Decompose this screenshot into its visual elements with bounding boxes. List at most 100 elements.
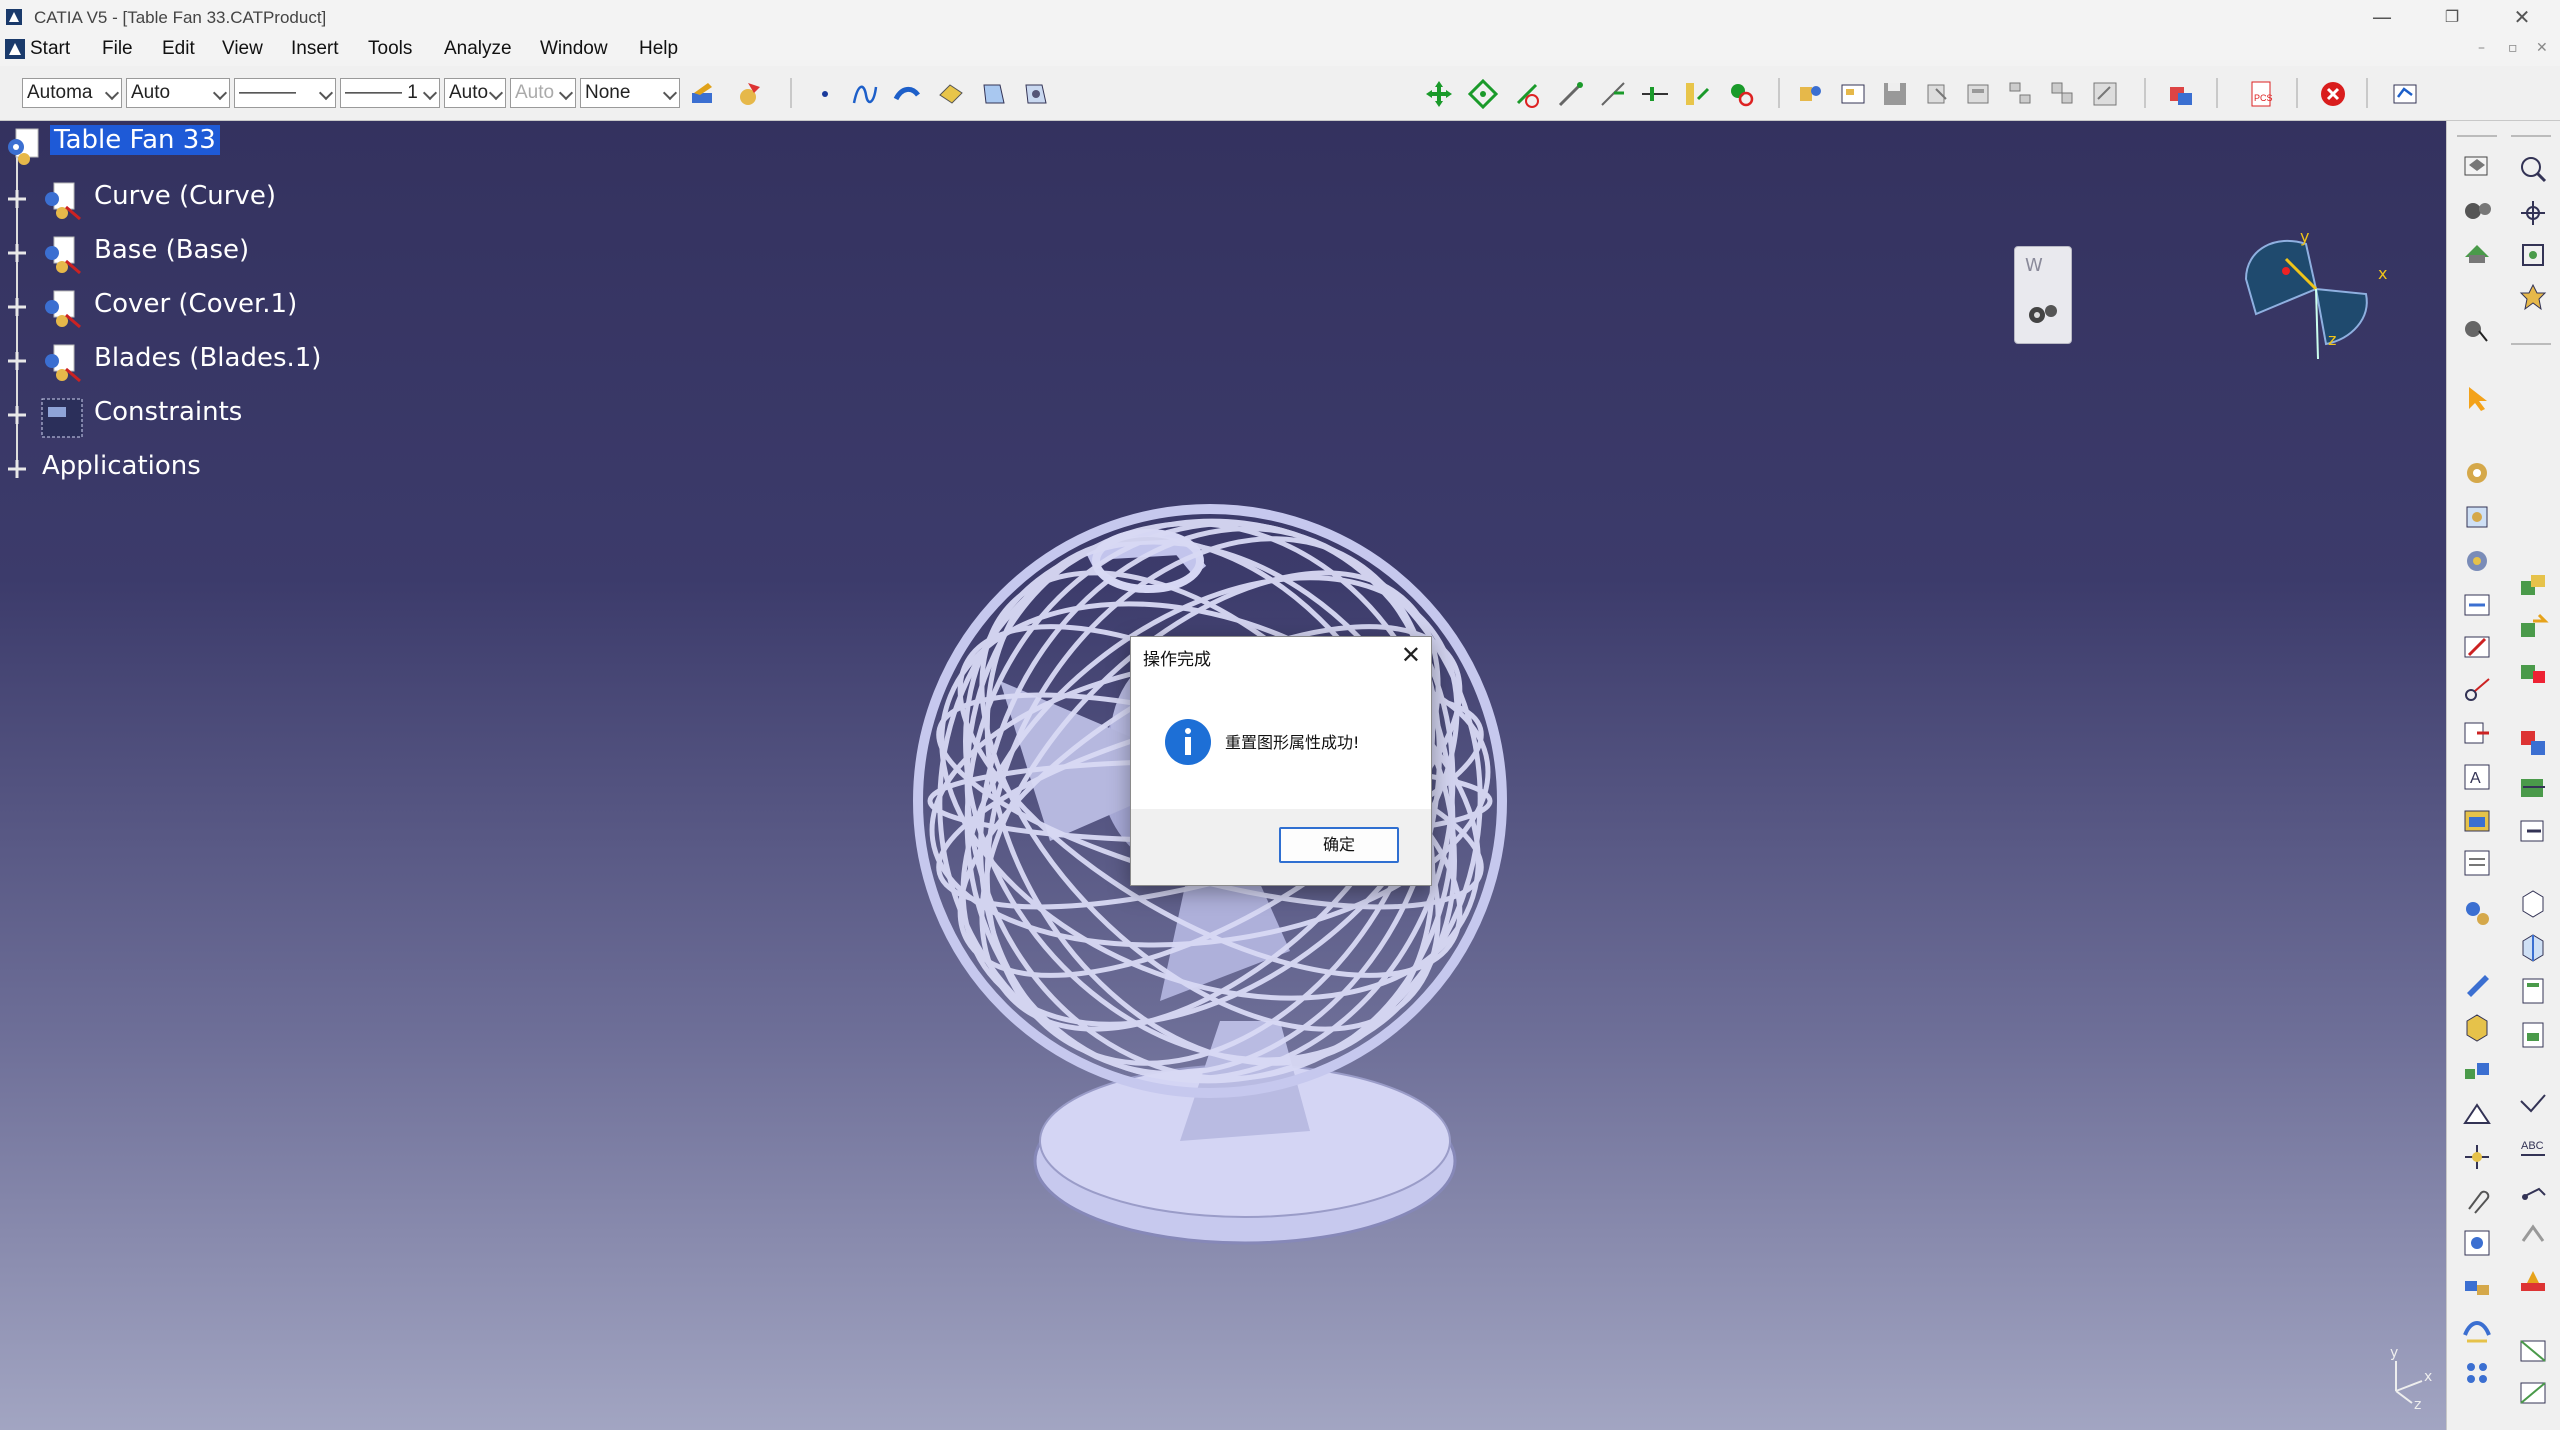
fix-constraint-icon[interactable] <box>2461 457 2493 489</box>
line-type-combo[interactable]: ——— 1 <box>340 78 440 108</box>
surface-icon[interactable] <box>892 79 922 109</box>
angle-constraint-icon[interactable] <box>2461 631 2493 663</box>
distance-band-icon[interactable] <box>2517 975 2549 1007</box>
components-icon[interactable] <box>2461 1055 2493 1087</box>
fit-all-icon[interactable] <box>2517 239 2549 271</box>
tree-node-label[interactable]: Cover (Cover.1) <box>94 289 297 319</box>
transparency-combo[interactable]: Auto <box>126 78 230 108</box>
new-component-icon[interactable] <box>1838 79 1868 109</box>
sheet-metal-icon[interactable] <box>2517 1377 2549 1409</box>
pen-icon[interactable] <box>2461 967 2493 999</box>
minimize-button[interactable]: — <box>2362 4 2402 30</box>
graphic-properties-icon[interactable] <box>734 79 764 109</box>
gear-icon[interactable] <box>2461 195 2493 227</box>
multi-gear-icon[interactable] <box>2461 897 2493 929</box>
menu-analyze[interactable]: Analyze <box>444 38 512 60</box>
coincidence-constraint-icon[interactable] <box>2461 501 2493 533</box>
move-icon[interactable] <box>2517 613 2549 645</box>
assembly-feature-icon[interactable] <box>2517 727 2549 759</box>
start-icon[interactable] <box>5 39 25 59</box>
bill-of-material-icon[interactable] <box>2166 79 2196 109</box>
mdi-minimize-button[interactable]: – <box>2478 40 2485 56</box>
layer-combo[interactable]: None <box>580 78 680 108</box>
restore-button[interactable]: ❐ <box>2432 4 2472 30</box>
tree-node-label[interactable]: Constraints <box>94 397 242 427</box>
sheet-icon[interactable] <box>2461 847 2493 879</box>
point-symbol-combo[interactable]: Auto <box>444 78 506 108</box>
3d-annotation-icon[interactable] <box>2517 1221 2549 1253</box>
flag-note-icon[interactable] <box>2517 1177 2549 1209</box>
point-icon[interactable] <box>810 79 840 109</box>
pcs-icon[interactable]: PCS <box>2246 79 2276 109</box>
compass-icon[interactable]: y x z <box>2236 219 2406 369</box>
painter-icon[interactable] <box>688 79 718 109</box>
ok-button[interactable]: 确定 <box>1279 827 1399 863</box>
tree-node-label[interactable]: Base (Base) <box>94 235 249 265</box>
contact-constraint-icon[interactable] <box>2461 545 2493 577</box>
text-abc-icon[interactable]: ABC <box>2517 1133 2549 1165</box>
menu-file[interactable]: File <box>102 38 133 60</box>
expand-icon[interactable] <box>6 350 28 372</box>
expand-icon[interactable] <box>6 404 28 426</box>
explode-icon[interactable] <box>1512 79 1542 109</box>
part-icon[interactable] <box>978 79 1008 109</box>
reorder-icon[interactable] <box>2090 79 2120 109</box>
text-icon[interactable]: A <box>2461 761 2493 793</box>
select-gear-icon[interactable] <box>2461 313 2493 345</box>
tree-root-label[interactable]: Table Fan 33 <box>50 125 220 155</box>
annotation-icon[interactable] <box>2517 1089 2549 1121</box>
publication-icon[interactable] <box>2517 1335 2549 1367</box>
dialog-close-button[interactable]: ✕ <box>1401 641 1421 669</box>
product-icon[interactable] <box>1020 79 1050 109</box>
sectioning-icon[interactable] <box>2517 931 2549 963</box>
fly-mode-icon[interactable] <box>2517 197 2549 229</box>
view-icon[interactable] <box>2461 1227 2493 1259</box>
menu-help[interactable]: Help <box>639 38 678 60</box>
dimension-icon[interactable] <box>2461 1141 2493 1173</box>
gear-icon[interactable] <box>2025 299 2061 329</box>
link-icon[interactable] <box>2461 1271 2493 1303</box>
pattern-icon[interactable] <box>2461 1357 2493 1389</box>
menu-window[interactable]: Window <box>540 38 608 60</box>
mini-floating-panel[interactable]: W <box>2014 246 2072 344</box>
menu-view[interactable]: View <box>222 38 263 60</box>
clash-icon[interactable] <box>1598 79 1628 109</box>
expand-icon[interactable] <box>6 242 28 264</box>
attachment-icon[interactable] <box>2461 1185 2493 1217</box>
snap-green-icon[interactable] <box>2517 655 2549 687</box>
hole-icon[interactable] <box>2517 815 2549 847</box>
tree-node-label[interactable]: Applications <box>42 451 201 481</box>
manipulation-icon[interactable] <box>1424 79 1454 109</box>
tree-node-label[interactable]: Curve (Curve) <box>94 181 276 211</box>
mdi-close-button[interactable]: ✕ <box>2536 40 2548 56</box>
split-icon[interactable] <box>2517 771 2549 803</box>
view-manipulation-icon[interactable] <box>2517 153 2549 185</box>
fill-icon[interactable] <box>936 79 966 109</box>
multi-instantiation-icon[interactable] <box>2048 79 2078 109</box>
box-icon[interactable] <box>2461 1011 2493 1043</box>
expand-icon[interactable] <box>6 188 28 210</box>
spline-icon[interactable] <box>850 79 880 109</box>
save-icon[interactable] <box>1880 79 1910 109</box>
workbench-icon[interactable] <box>2390 79 2420 109</box>
offset-constraint-icon[interactable] <box>2461 589 2493 621</box>
graph-tree-icon[interactable] <box>2006 79 2036 109</box>
scissors-icon[interactable] <box>2461 673 2493 705</box>
select-arrow-icon[interactable] <box>2461 383 2493 415</box>
assembly-icon[interactable] <box>2461 237 2493 269</box>
snap-icon[interactable] <box>1468 79 1498 109</box>
menu-start[interactable]: Start <box>30 38 70 60</box>
menu-tools[interactable]: Tools <box>368 38 412 60</box>
color-combo[interactable]: Automa <box>22 78 122 108</box>
weld-icon[interactable] <box>2517 1265 2549 1297</box>
product-structure-icon[interactable] <box>2461 151 2493 183</box>
space-analysis-icon[interactable] <box>2517 887 2549 919</box>
menu-insert[interactable]: Insert <box>291 38 339 60</box>
mdi-restore-button[interactable]: ▫ <box>2508 40 2518 56</box>
clash-analysis-icon[interactable] <box>2517 1019 2549 1051</box>
analysis-icon[interactable] <box>1726 79 1756 109</box>
update-icon[interactable] <box>2461 717 2493 749</box>
drafting-icon[interactable] <box>2461 1099 2493 1131</box>
catalog-icon[interactable] <box>1796 79 1826 109</box>
manipulation-green-icon[interactable] <box>2517 571 2549 603</box>
